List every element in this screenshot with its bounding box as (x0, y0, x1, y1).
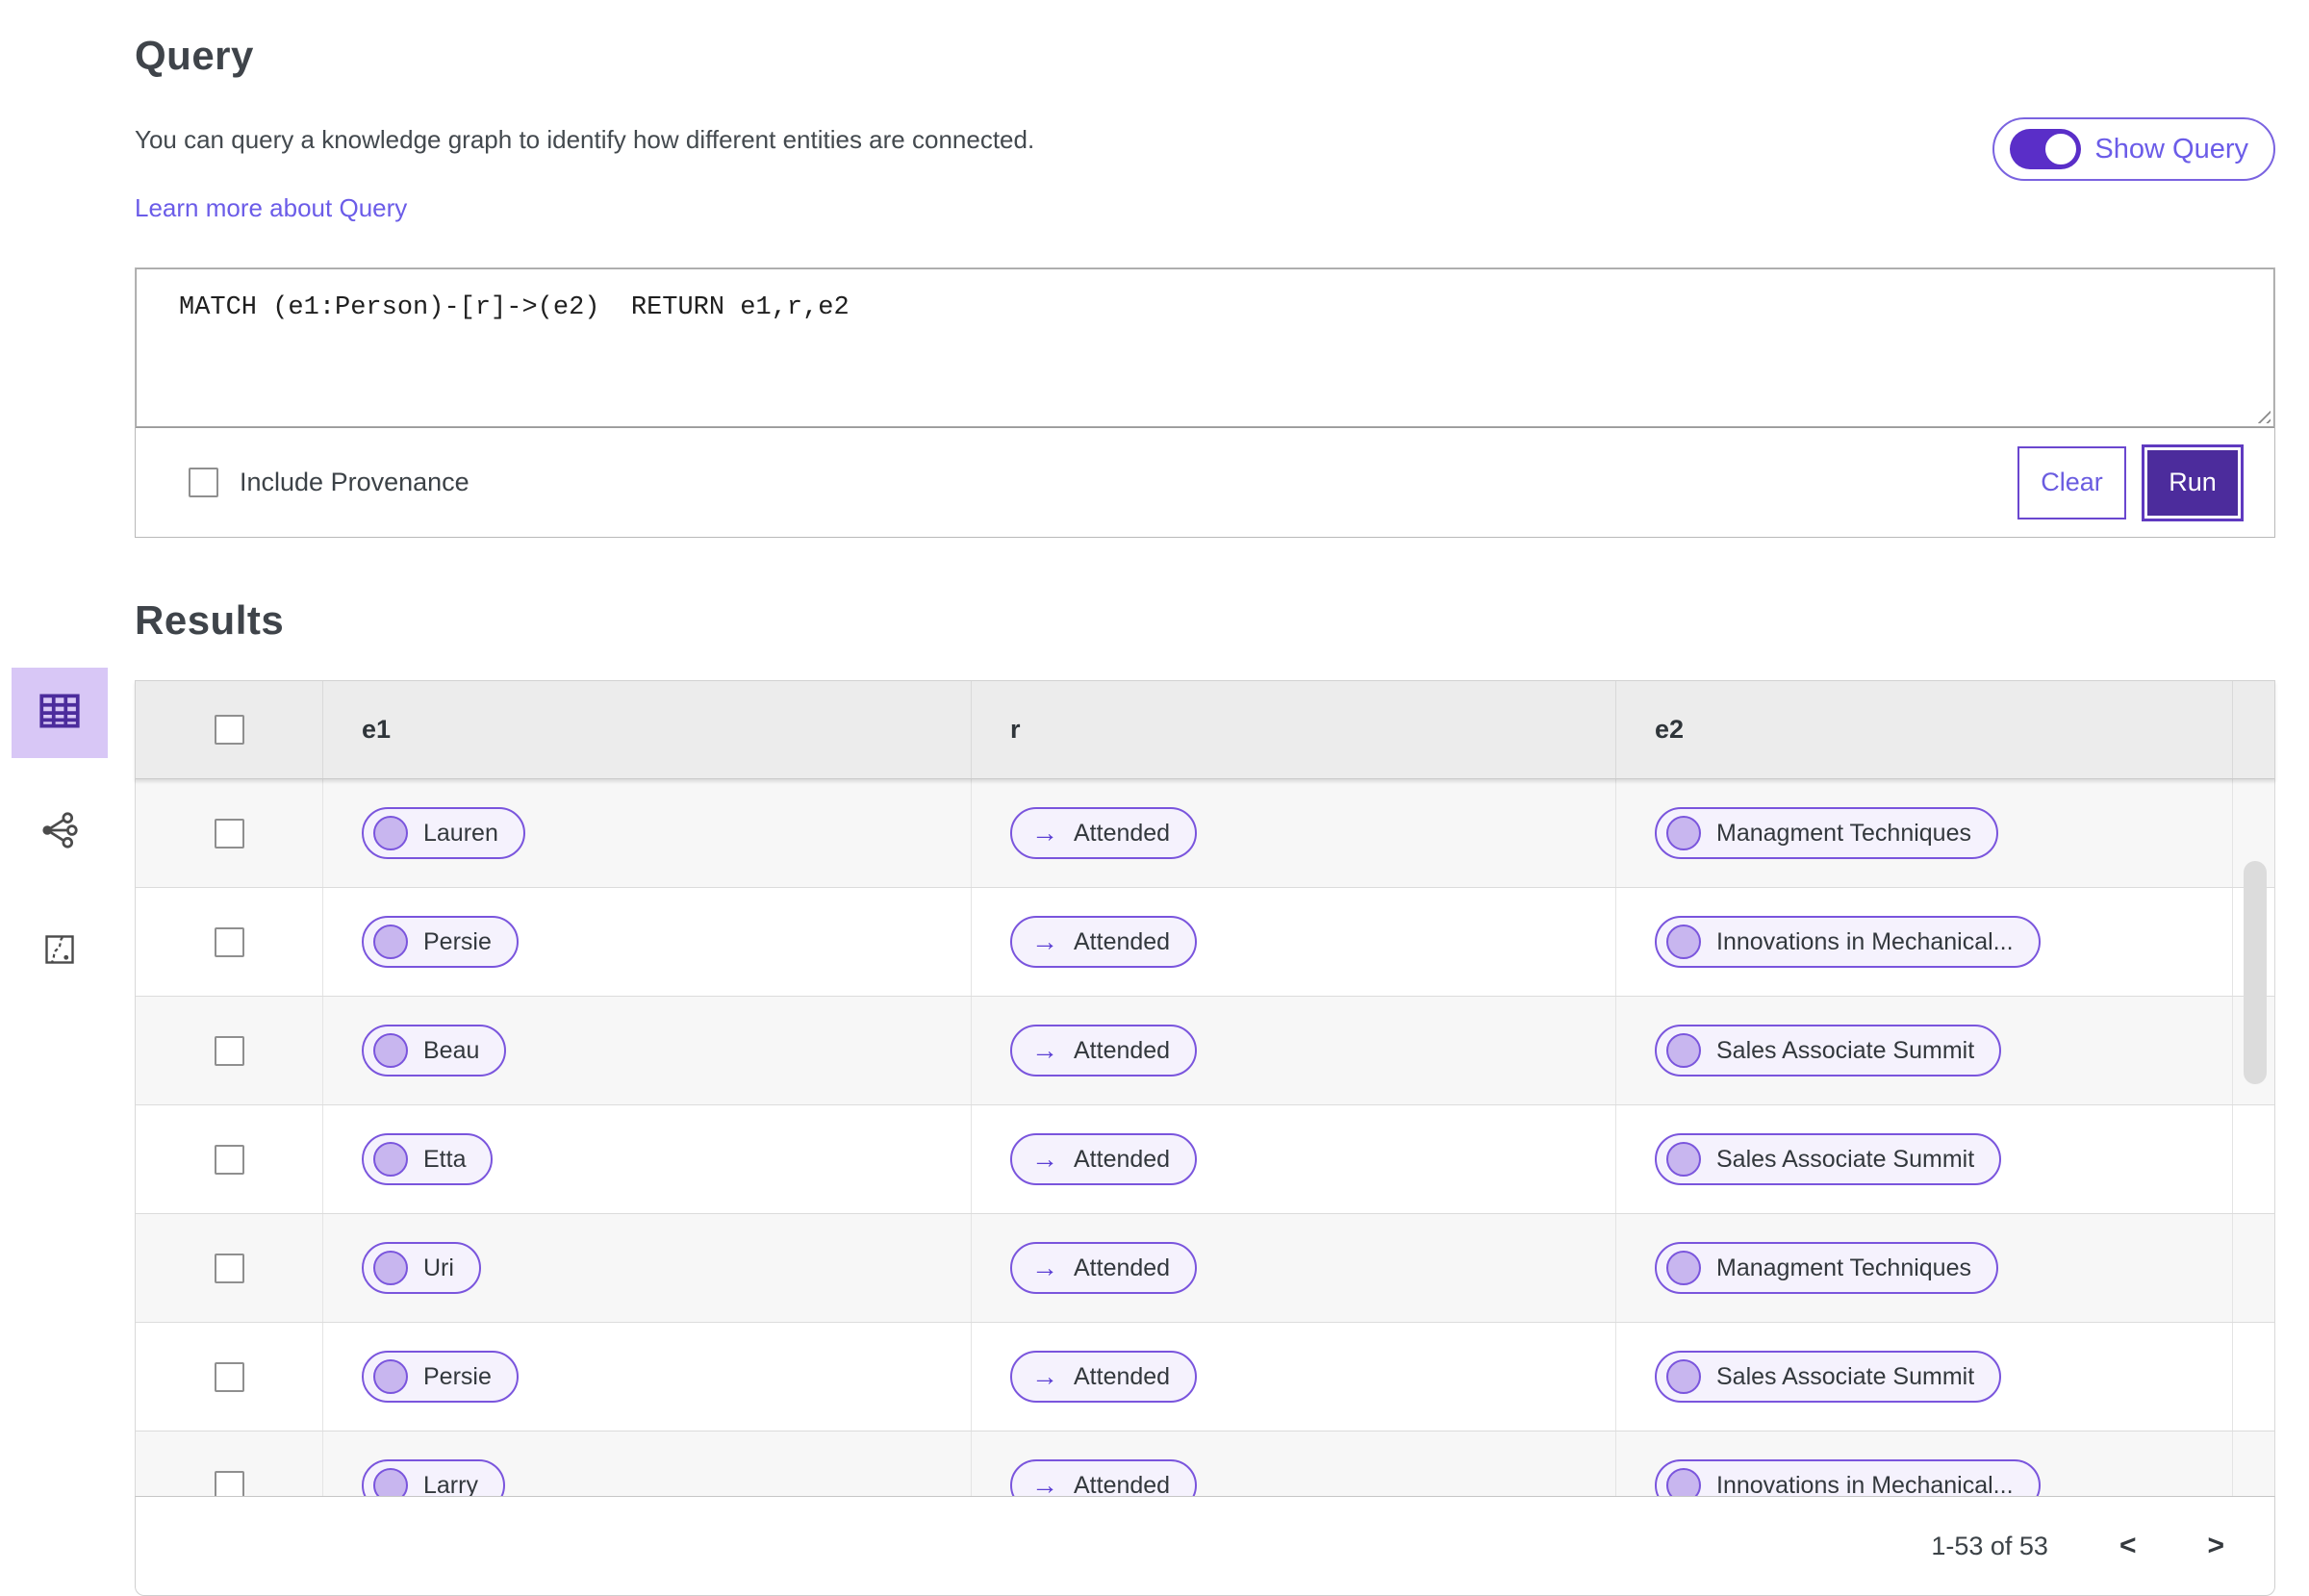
table-row: Persie → Attended Sales Associate Summit (136, 1323, 2274, 1431)
row-checkbox[interactable] (214, 926, 244, 957)
row-checkbox[interactable] (214, 1361, 244, 1392)
query-description: You can query a knowledge graph to ident… (135, 125, 1035, 154)
entity-pill-e2[interactable]: Sales Associate Summit (1655, 1133, 2002, 1185)
row-checkbox[interactable] (214, 1253, 244, 1283)
relation-pill[interactable]: → Attended (1010, 1459, 1198, 1497)
arrow-right-icon: → (1031, 1470, 1058, 1497)
query-page: Query You can query a knowledge graph to… (0, 0, 2309, 1596)
vertical-scrollbar-thumb[interactable] (2244, 861, 2267, 1084)
table-row: Uri → Attended Managment Techniques (136, 1214, 2274, 1323)
entity-pill-e2[interactable]: Sales Associate Summit (1655, 1351, 2002, 1403)
results-view-switcher (12, 668, 108, 997)
entity-node-icon (373, 816, 408, 850)
learn-more-link[interactable]: Learn more about Query (135, 193, 407, 223)
query-footer: Include Provenance Clear Run (136, 428, 2274, 537)
entity-node-icon (373, 925, 408, 959)
run-button[interactable]: Run (2142, 443, 2244, 521)
include-provenance-checkbox[interactable] (189, 468, 218, 497)
entity-pill-e2[interactable]: Managment Techniques (1655, 807, 1998, 859)
entity-pill-e1[interactable]: Beau (362, 1025, 507, 1077)
next-page-button[interactable]: > (2207, 1532, 2224, 1560)
table-row: Beau → Attended Sales Associate Summit (136, 997, 2274, 1105)
entity-pill-e1[interactable]: Lauren (362, 807, 525, 859)
path-map-icon (42, 932, 77, 972)
table-view-button[interactable] (12, 668, 108, 758)
arrow-right-icon: → (1031, 1253, 1058, 1282)
row-checkbox[interactable] (214, 818, 244, 849)
entity-pill-e2[interactable]: Managment Techniques (1655, 1242, 1998, 1294)
entity-node-icon (1666, 1033, 1701, 1068)
column-header-r: r (972, 681, 1616, 778)
relation-pill[interactable]: → Attended (1010, 916, 1198, 968)
row-checkbox[interactable] (214, 1470, 244, 1496)
relation-pill[interactable]: → Attended (1010, 807, 1198, 859)
show-query-toggle[interactable]: Show Query (1992, 117, 2275, 181)
entity-node-icon (1666, 1468, 1701, 1496)
include-provenance-option[interactable]: Include Provenance (189, 468, 469, 497)
entity-pill-e2[interactable]: Innovations in Mechanical... (1655, 916, 2041, 968)
entity-node-icon (373, 1142, 408, 1177)
column-header-e1: e1 (323, 681, 972, 778)
table-body: Lauren → Attended Managment Techniques P… (135, 779, 2275, 1496)
path-view-button[interactable] (12, 906, 108, 997)
entity-node-icon (1666, 1142, 1701, 1177)
query-input[interactable]: MATCH (e1:Person)-[r]->(e2) RETURN e1,r,… (136, 268, 2274, 428)
entity-node-icon (1666, 925, 1701, 959)
relation-pill[interactable]: → Attended (1010, 1351, 1198, 1403)
network-share-icon (38, 809, 81, 856)
entity-node-icon (373, 1251, 408, 1285)
entity-pill-e1[interactable]: Etta (362, 1133, 494, 1185)
table-row: Larry → Attended Innovations in Mechanic… (136, 1431, 2274, 1496)
show-query-label: Show Query (2094, 133, 2248, 165)
table-header-row: e1 r e2 (135, 680, 2275, 779)
table-row: Lauren → Attended Managment Techniques (136, 779, 2274, 888)
relation-pill[interactable]: → Attended (1010, 1025, 1198, 1077)
row-checkbox[interactable] (214, 1035, 244, 1066)
prev-page-button[interactable]: < (2119, 1532, 2137, 1560)
arrow-right-icon: → (1031, 926, 1058, 956)
arrow-right-icon: → (1031, 1035, 1058, 1065)
query-section-title: Query (135, 33, 254, 78)
entity-pill-e1[interactable]: Persie (362, 1351, 519, 1403)
entity-node-icon (373, 1033, 408, 1068)
entity-pill-e1[interactable]: Persie (362, 916, 519, 968)
table-row: Etta → Attended Sales Associate Summit (136, 1105, 2274, 1214)
entity-pill-e2[interactable]: Sales Associate Summit (1655, 1025, 2002, 1077)
relation-pill[interactable]: → Attended (1010, 1133, 1198, 1185)
entity-node-icon (373, 1359, 408, 1394)
entity-node-icon (1666, 1359, 1701, 1394)
arrow-right-icon: → (1031, 818, 1058, 848)
pagination-range-label: 1-53 of 53 (1931, 1531, 2048, 1560)
toggle-switch-icon (2010, 129, 2082, 169)
entity-pill-e2[interactable]: Innovations in Mechanical... (1655, 1459, 2041, 1496)
arrow-right-icon: → (1031, 1144, 1058, 1174)
arrow-right-icon: → (1031, 1361, 1058, 1391)
results-section-title: Results (135, 597, 285, 643)
pagination-bar: 1-53 of 53 < > (135, 1496, 2275, 1596)
entity-pill-e1[interactable]: Larry (362, 1459, 505, 1496)
entity-node-icon (1666, 1251, 1701, 1285)
select-all-checkbox[interactable] (214, 715, 244, 745)
clear-button[interactable]: Clear (2017, 445, 2126, 519)
network-view-button[interactable] (12, 787, 108, 877)
entity-node-icon (1666, 816, 1701, 850)
entity-pill-e1[interactable]: Uri (362, 1242, 481, 1294)
entity-node-icon (373, 1468, 408, 1496)
table-row: Persie → Attended Innovations in Mechani… (136, 888, 2274, 997)
relation-pill[interactable]: → Attended (1010, 1242, 1198, 1294)
table-icon (36, 687, 84, 740)
query-text: MATCH (e1:Person)-[r]->(e2) RETURN e1,r,… (179, 293, 850, 322)
include-provenance-label: Include Provenance (240, 468, 469, 496)
query-editor-box: MATCH (e1:Person)-[r]->(e2) RETURN e1,r,… (135, 267, 2275, 538)
row-checkbox[interactable] (214, 1144, 244, 1175)
column-header-e2: e2 (1616, 681, 2233, 778)
results-table: e1 r e2 Lauren → Attended Managment Tech… (135, 680, 2275, 1596)
